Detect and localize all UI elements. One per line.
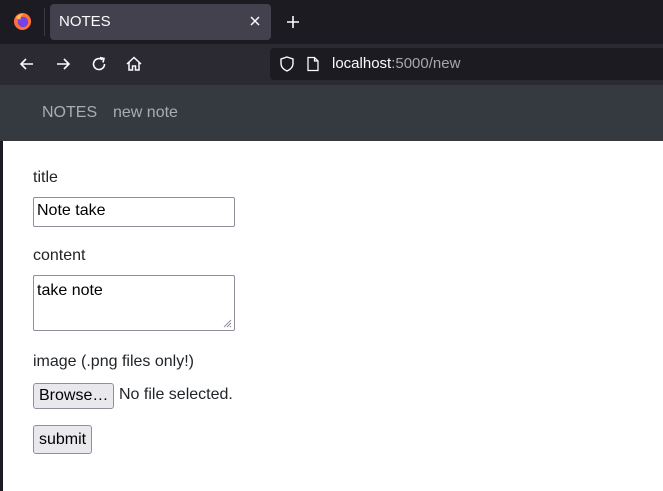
site-navbar: NOTES new note <box>0 85 663 141</box>
resize-handle-icon[interactable] <box>223 319 232 328</box>
new-tab-icon[interactable] <box>283 12 303 32</box>
url-host: localhost <box>332 55 392 72</box>
title-input[interactable]: Note take <box>33 197 235 227</box>
site-brand-link[interactable]: NOTES <box>42 104 97 122</box>
title-label: title <box>33 169 58 186</box>
page-content: NOTES new note title Note take content t… <box>0 85 663 491</box>
close-tab-icon[interactable] <box>246 12 264 30</box>
window-edge <box>0 141 3 491</box>
browser-tab-strip: NOTES <box>0 0 663 44</box>
content-label: content <box>33 247 86 264</box>
content-textarea[interactable]: take note <box>33 275 235 331</box>
url-bar[interactable]: localhost:5000/new <box>270 48 663 80</box>
submit-button[interactable]: submit <box>33 425 93 454</box>
tab-separator <box>44 8 45 36</box>
home-icon[interactable] <box>124 54 144 74</box>
reload-icon[interactable] <box>89 54 109 74</box>
tab-title: NOTES <box>59 13 111 30</box>
shield-icon[interactable] <box>278 55 296 73</box>
browser-toolbar: localhost:5000/new <box>0 44 663 85</box>
url-text[interactable]: localhost:5000/new <box>332 55 460 72</box>
page-icon <box>307 56 319 72</box>
active-tab[interactable]: NOTES <box>50 4 271 40</box>
back-arrow-icon[interactable] <box>17 54 37 74</box>
content-text: take note <box>37 282 103 299</box>
file-status-text: No file selected. <box>119 386 233 403</box>
browse-button[interactable]: Browse… <box>33 383 115 409</box>
url-path: :5000/new <box>391 55 461 72</box>
forward-arrow-icon[interactable] <box>53 54 73 74</box>
image-label: image (.png files only!) <box>33 353 194 370</box>
firefox-logo-icon[interactable] <box>13 12 32 31</box>
new-note-link[interactable]: new note <box>113 104 178 122</box>
